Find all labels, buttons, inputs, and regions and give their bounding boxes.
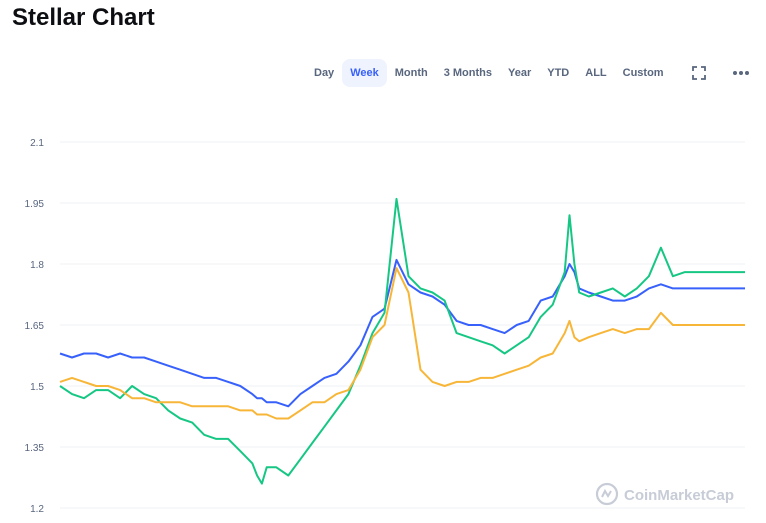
fullscreen-icon[interactable]: [684, 59, 714, 87]
range-3months-button[interactable]: 3 Months: [436, 59, 500, 87]
range-day-button[interactable]: Day: [306, 59, 342, 87]
y-axis: 1.2 1.35 1.5 1.65 1.8 1.95 2.1: [25, 138, 45, 515]
range-custom-button[interactable]: Custom: [615, 59, 672, 87]
range-ytd-button[interactable]: YTD: [539, 59, 577, 87]
y-tick-label: 1.2: [30, 504, 44, 515]
chart-grid: [60, 141, 745, 509]
y-tick-label: 2.1: [30, 138, 44, 149]
y-tick-label: 1.95: [25, 199, 45, 210]
y-tick-label: 1.5: [30, 382, 44, 393]
y-tick-label: 1.35: [25, 443, 45, 454]
range-month-button[interactable]: Month: [387, 59, 436, 87]
green-series-line: [59, 197, 745, 485]
range-year-button[interactable]: Year: [500, 59, 539, 87]
more-horizontal-icon[interactable]: [726, 59, 756, 87]
y-tick-label: 1.65: [25, 321, 45, 332]
y-tick-label: 1.8: [30, 260, 44, 271]
price-chart[interactable]: 1.2 1.35 1.5 1.65 1.8 1.95 2.1 CoinMarketCap: [0, 110, 766, 523]
chart-series: [59, 197, 745, 485]
watermark: CoinMarketCap: [595, 482, 734, 506]
orange-series-line: [59, 267, 745, 420]
range-week-button[interactable]: Week: [342, 59, 387, 87]
chart-toolbar: Day Week Month 3 Months Year YTD ALL Cus…: [306, 59, 756, 87]
range-all-button[interactable]: ALL: [577, 59, 614, 87]
coinmarketcap-logo-icon: [595, 482, 619, 506]
watermark-text: CoinMarketCap: [624, 487, 734, 504]
page-title: Stellar Chart: [12, 4, 155, 31]
